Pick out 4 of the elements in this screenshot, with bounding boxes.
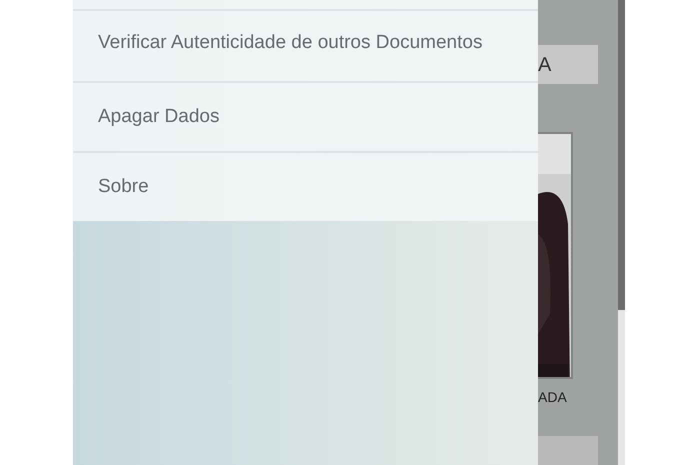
photo-caption: ADA — [538, 388, 568, 408]
input-field[interactable]: A — [538, 45, 598, 84]
scrollbar[interactable] — [618, 0, 625, 465]
input-field[interactable] — [538, 436, 598, 465]
